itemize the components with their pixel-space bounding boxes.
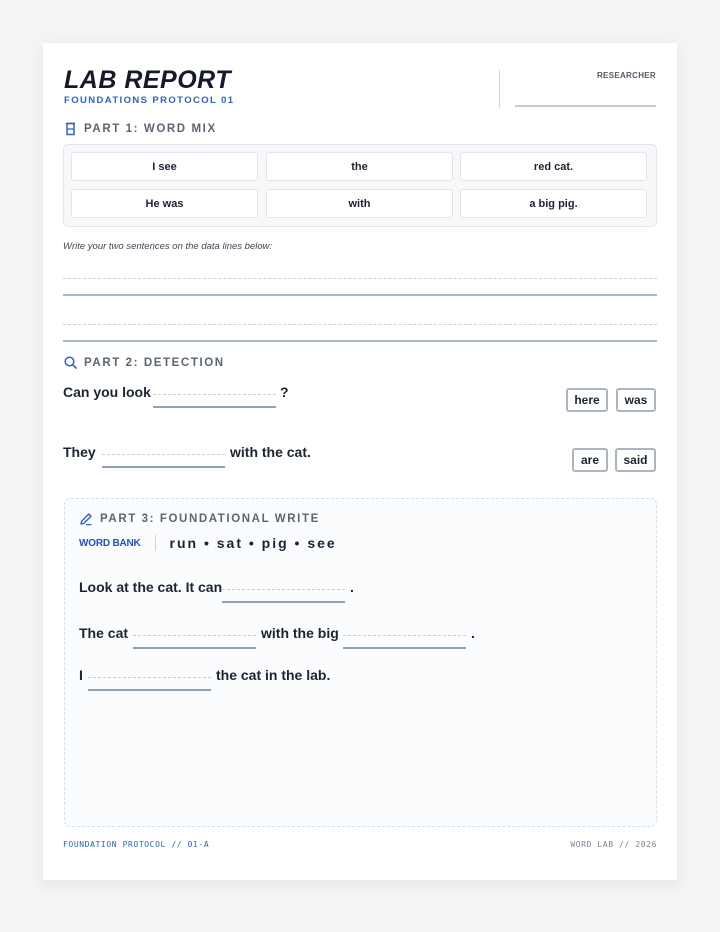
s2-text-b: with the big: [261, 625, 339, 641]
part1-instruction: Write your two sentences on the data lin…: [63, 241, 273, 252]
writing-guide-line: [63, 324, 657, 325]
s3-answer-blank[interactable]: [88, 677, 211, 691]
s1-text-b: .: [350, 579, 354, 595]
sentence-line-2[interactable]: [63, 340, 657, 342]
s3-text-b: the cat in the lab.: [216, 667, 331, 683]
word-tile[interactable]: He was: [71, 189, 258, 218]
part1-heading-text: PART 1: WORD MIX: [84, 123, 217, 135]
footer-left: FOUNDATION PROTOCOL // 01-A: [63, 840, 210, 849]
word-tile[interactable]: the: [266, 152, 453, 181]
q2-text-after: with the cat.: [230, 444, 311, 460]
q1-answer-blank[interactable]: [153, 394, 276, 408]
option-chip[interactable]: are: [572, 448, 608, 472]
part3-heading-text: PART 3: FOUNDATIONAL WRITE: [100, 513, 320, 525]
word-bank: WORD BANK run • sat • pig • see: [79, 535, 337, 551]
option-chip[interactable]: here: [566, 388, 608, 412]
s1-answer-blank[interactable]: [222, 589, 345, 603]
sentence-line-1[interactable]: [63, 294, 657, 296]
part2-heading: PART 2: DETECTION: [64, 356, 225, 369]
worksheet-page: LAB REPORT FOUNDATIONS PROTOCOL 01 RESEA…: [43, 43, 677, 880]
s2-answer-blank-2[interactable]: [343, 635, 466, 649]
search-icon: [64, 356, 77, 369]
part3-panel: PART 3: FOUNDATIONAL WRITE WORD BANK run…: [64, 498, 657, 827]
s2-text-c: .: [471, 625, 475, 641]
option-chip[interactable]: was: [616, 388, 656, 412]
part2-heading-text: PART 2: DETECTION: [84, 356, 225, 369]
s3-text-a: I: [79, 667, 83, 683]
header-divider: [499, 70, 500, 108]
s1-text-a: Look at the cat. It can: [79, 579, 223, 595]
beaker-icon: [64, 122, 77, 136]
footer-right: WORD LAB // 2026: [570, 840, 657, 849]
word-tile[interactable]: red cat.: [460, 152, 647, 181]
researcher-name-field[interactable]: [515, 105, 656, 107]
word-bank-words: run • sat • pig • see: [169, 535, 337, 551]
writing-guide-line: [63, 278, 657, 279]
q2-text-before: They: [63, 444, 96, 460]
pencil-icon: [79, 512, 93, 526]
part1-heading: PART 1: WORD MIX: [64, 122, 217, 136]
s2-text-a: The cat: [79, 625, 129, 641]
researcher-label: RESEARCHER: [596, 71, 656, 80]
page-title: LAB REPORT: [64, 66, 232, 94]
q1-text-before: Can you look: [63, 384, 151, 400]
page-subtitle: FOUNDATIONS PROTOCOL 01: [64, 95, 235, 106]
s2-answer-blank-1[interactable]: [133, 635, 256, 649]
word-mix-box: I see the red cat. He was with a big pig…: [63, 144, 657, 227]
part3-heading: PART 3: FOUNDATIONAL WRITE: [79, 512, 320, 526]
option-chip[interactable]: said: [615, 448, 656, 472]
word-tile[interactable]: a big pig.: [460, 189, 647, 218]
word-bank-label: WORD BANK: [79, 537, 141, 549]
q1-text-after: ?: [280, 384, 289, 400]
word-tile[interactable]: I see: [71, 152, 258, 181]
word-bank-divider: [154, 535, 156, 551]
word-tile[interactable]: with: [266, 189, 453, 218]
q2-answer-blank[interactable]: [102, 454, 225, 468]
